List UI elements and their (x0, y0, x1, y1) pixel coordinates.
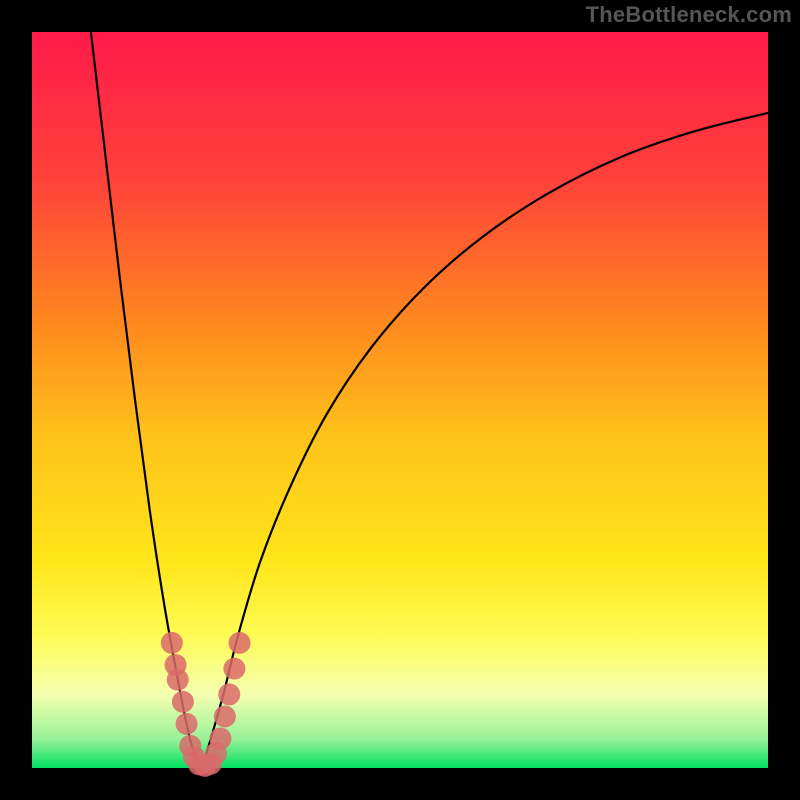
watermark-text: TheBottleneck.com (586, 2, 792, 28)
marker-point (229, 632, 251, 654)
marker-point (209, 728, 231, 750)
chart-svg (0, 0, 800, 800)
marker-point (223, 658, 245, 680)
marker-point (218, 683, 240, 705)
marker-point (161, 632, 183, 654)
marker-point (176, 713, 198, 735)
marker-point (214, 705, 236, 727)
marker-point (172, 691, 194, 713)
marker-point (167, 669, 189, 691)
chart-frame: TheBottleneck.com (0, 0, 800, 800)
